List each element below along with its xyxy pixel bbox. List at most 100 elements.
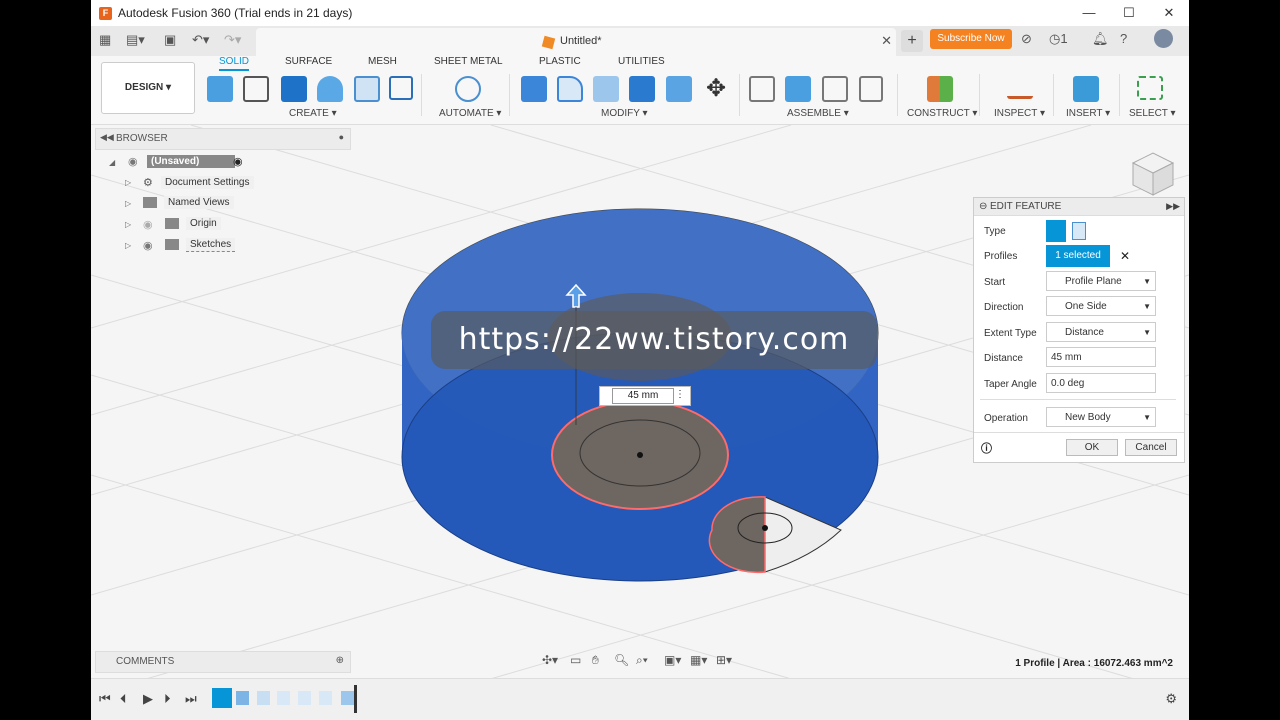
offset-plane-icon[interactable] [927, 76, 953, 102]
expand-icon[interactable]: ▷ [125, 178, 131, 187]
new-tab-button[interactable]: + [901, 30, 923, 52]
browser-item-sketches[interactable]: Sketches [186, 238, 236, 252]
extent-type-select[interactable]: Distance ▼ [1046, 322, 1156, 342]
display-settings-icon[interactable]: ▣▾ [664, 653, 681, 667]
grid-icon[interactable]: ▦ [99, 32, 111, 48]
add-comment-icon[interactable]: ⊕ [336, 655, 344, 666]
go-to-end-icon[interactable]: ⏭ [185, 691, 197, 707]
timeline-feature-icon[interactable] [277, 691, 290, 705]
create-menu[interactable]: CREATE ▾ [289, 108, 337, 119]
expand-icon[interactable]: ▷ [125, 220, 131, 229]
assemble-menu[interactable]: ASSEMBLE ▾ [787, 108, 849, 119]
tab-sheet-metal[interactable]: SHEET METAL [434, 56, 503, 67]
maximize-button[interactable]: ☐ [1109, 0, 1149, 26]
distance-input[interactable]: 45 mm [1046, 347, 1156, 367]
save-icon[interactable]: ▣ [164, 32, 176, 48]
timeline-feature-icon[interactable] [319, 691, 332, 705]
info-icon[interactable]: ⓘ [981, 440, 992, 456]
pin-icon[interactable]: ● [339, 132, 344, 142]
combine-icon[interactable] [666, 76, 692, 102]
help-icon[interactable]: ? [1120, 31, 1127, 46]
select-icon[interactable] [1137, 76, 1163, 100]
notifications-icon[interactable]: 🔔︎ [1092, 31, 1109, 47]
file-icon[interactable]: ▤▾ [126, 32, 145, 48]
move-icon[interactable]: ✥ [703, 76, 729, 102]
hole-icon[interactable] [354, 76, 380, 102]
look-at-icon[interactable]: ▭ [570, 653, 581, 667]
eye-hidden-icon[interactable]: ◉ [143, 218, 153, 231]
step-forward-icon[interactable]: ⏵ [164, 691, 171, 707]
canvas-viewport[interactable]: 45 mm ⋮ ◀◀ BROWSER ● ◢ ◉ (Unsaved) ◉ ▷ ⚙… [91, 125, 1189, 678]
fit-icon[interactable]: ⌕▾ [636, 653, 648, 668]
expand-icon[interactable]: ▷ [125, 241, 131, 250]
browser-panel-header[interactable]: ◀◀ BROWSER ● [95, 128, 351, 150]
timeline-extrude-icon[interactable] [236, 691, 249, 705]
timeline-feature-icon[interactable] [341, 691, 354, 705]
minimize-button[interactable]: — [1069, 0, 1109, 26]
viewports-icon[interactable]: ⊞▾ [716, 653, 732, 667]
extrude-icon[interactable] [281, 76, 307, 102]
tab-utilities[interactable]: UTILITIES [618, 56, 665, 67]
tab-plastic[interactable]: PLASTIC [539, 56, 581, 67]
browser-root-node[interactable]: (Unsaved) [147, 155, 235, 168]
tab-surface[interactable]: SURFACE [285, 56, 332, 67]
zoom-icon[interactable]: 🔍︎ [614, 653, 629, 667]
go-to-start-icon[interactable]: ⏮ [99, 691, 111, 707]
pan-icon[interactable]: ✋︎ [592, 653, 599, 668]
chamfer-icon[interactable] [593, 76, 619, 102]
gear-icon[interactable]: ⚙ [1165, 691, 1177, 707]
as-built-joint-icon[interactable] [822, 76, 848, 102]
timeline-marker[interactable] [354, 685, 357, 713]
eye-icon[interactable]: ◉ [128, 155, 138, 168]
comments-panel[interactable]: COMMENTS ⊕ [95, 651, 351, 673]
new-component-icon[interactable] [207, 76, 233, 102]
redo-icon[interactable]: ↷▾ [224, 32, 241, 48]
eye-icon[interactable]: ◉ [143, 239, 153, 252]
browser-item-origin[interactable]: Origin [186, 217, 221, 230]
user-avatar[interactable] [1154, 29, 1173, 48]
taper-angle-input[interactable]: 0.0 deg [1046, 373, 1156, 393]
expand-root-icon[interactable]: ◢ [109, 158, 115, 167]
type-thin-button[interactable] [1072, 222, 1086, 240]
measure-icon[interactable] [1007, 82, 1033, 99]
automate-icon[interactable] [455, 76, 481, 102]
start-select[interactable]: Profile Plane ▼ [1046, 271, 1156, 291]
direction-select[interactable]: One Side ▼ [1046, 296, 1156, 316]
close-window-button[interactable]: ✕ [1149, 0, 1189, 26]
timeline-feature-icon[interactable] [298, 691, 311, 705]
dialog-header[interactable]: ⊖ EDIT FEATURE ▶▶ [974, 198, 1184, 216]
pattern-icon[interactable] [389, 76, 413, 100]
step-back-icon[interactable]: ⏴ [120, 691, 127, 707]
expand-dialog-icon[interactable]: ▶▶ [1166, 198, 1180, 215]
extensions-icon[interactable]: ⊘ [1021, 31, 1032, 47]
timeline-sketch-icon[interactable] [212, 688, 232, 708]
view-cube[interactable] [1131, 152, 1175, 196]
orbit-icon[interactable]: ✣▾ [542, 653, 558, 667]
select-menu[interactable]: SELECT ▾ [1129, 108, 1176, 119]
grid-settings-icon[interactable]: ▦▾ [690, 653, 707, 667]
modify-menu[interactable]: MODIFY ▾ [601, 108, 648, 119]
press-pull-icon[interactable] [521, 76, 547, 102]
distance-manipulator-input[interactable]: 45 mm [612, 388, 674, 404]
revolve-icon[interactable] [317, 76, 343, 102]
undo-icon[interactable]: ↶▾ [192, 32, 209, 48]
subscribe-button[interactable]: Subscribe Now [930, 29, 1012, 49]
job-status-icon[interactable]: ◷1 [1049, 31, 1068, 47]
joint-icon[interactable] [749, 76, 775, 102]
workspace-switcher[interactable]: DESIGN ▾ [101, 62, 195, 114]
clear-selection-icon[interactable]: ✕ [1120, 249, 1130, 263]
browser-item-document-settings[interactable]: Document Settings [161, 176, 254, 189]
new-component-assemble-icon[interactable] [785, 76, 811, 102]
insert-image-icon[interactable] [1073, 76, 1099, 102]
inspect-menu[interactable]: INSPECT ▾ [994, 108, 1045, 119]
insert-menu[interactable]: INSERT ▾ [1066, 108, 1110, 119]
cancel-button[interactable]: Cancel [1125, 439, 1177, 456]
ok-button[interactable]: OK [1066, 439, 1118, 456]
expand-icon[interactable]: ▷ [125, 199, 131, 208]
play-icon[interactable]: ▶ [143, 691, 153, 707]
tab-mesh[interactable]: MESH [368, 56, 397, 67]
activate-radio-icon[interactable]: ◉ [233, 155, 243, 168]
type-solid-button[interactable] [1046, 220, 1066, 242]
operation-select[interactable]: New Body ▼ [1046, 407, 1156, 427]
collapse-dialog-icon[interactable]: ⊖ [979, 198, 987, 215]
